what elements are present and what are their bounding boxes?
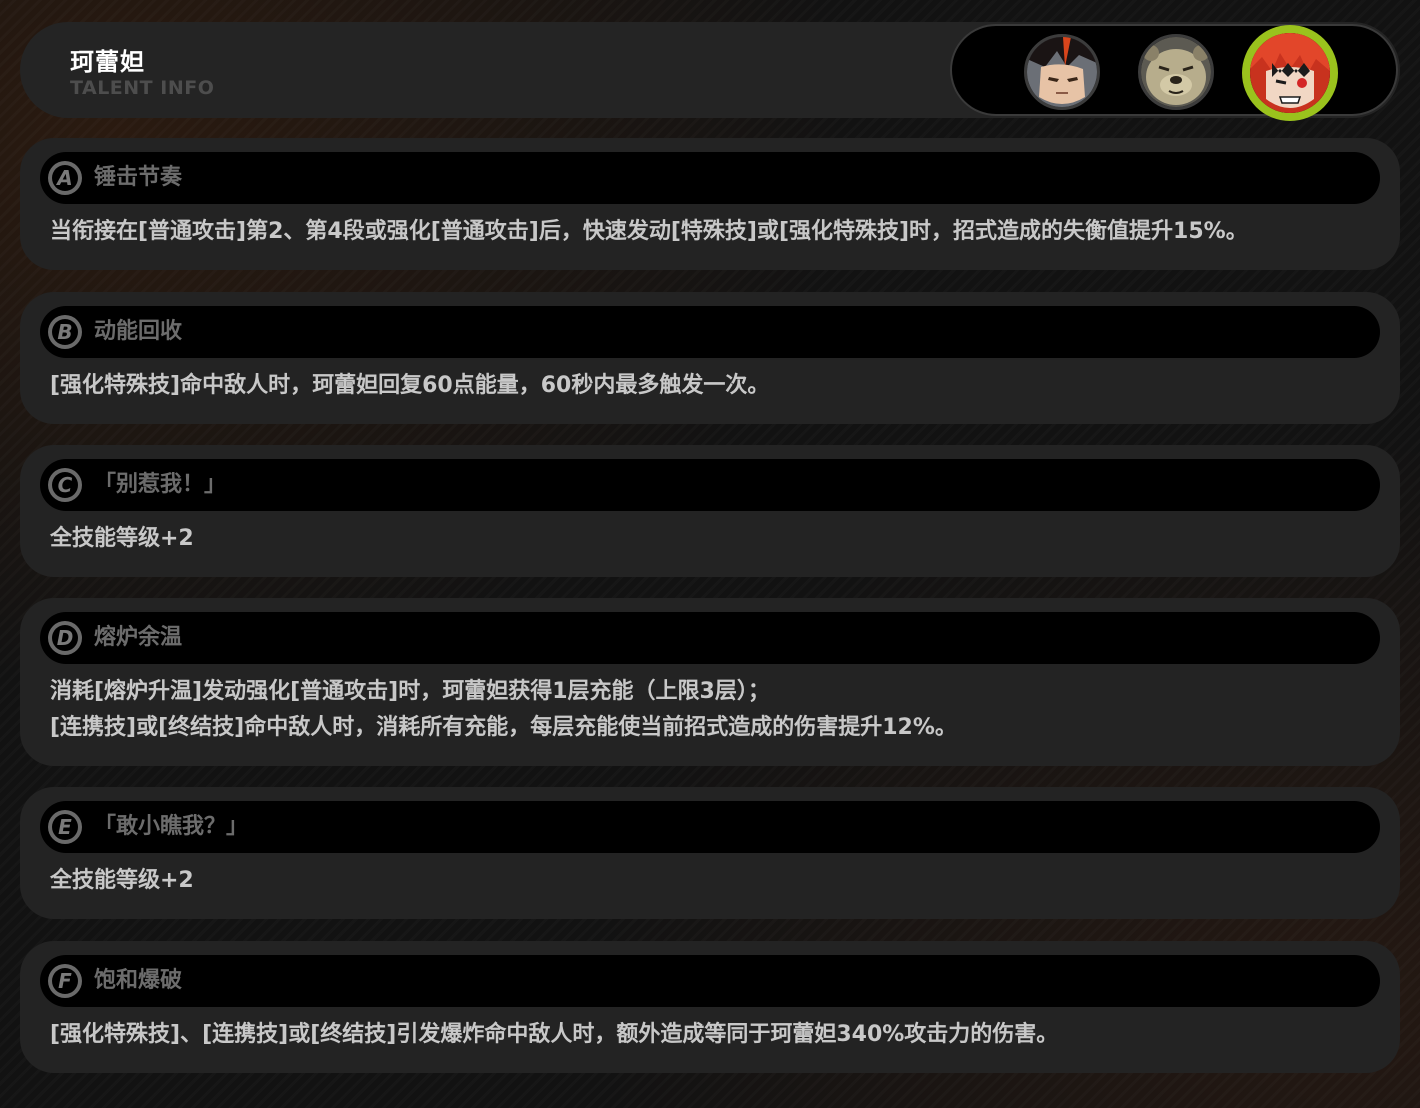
talent-description: [强化特殊技]命中敌人时，珂蕾妲回复60点能量，60秒内最多触发一次。 — [50, 373, 770, 398]
talent-description: [强化特殊技]、[连携技]或[终结技]引发爆炸命中敌人时，额外造成等同于珂蕾妲3… — [50, 1022, 1059, 1047]
talent-title: 「敢小瞧我？」 — [94, 814, 249, 839]
talent-description: 全技能等级+2 — [50, 526, 194, 551]
talent-title: 锤击节奏 — [94, 165, 183, 190]
badge-b-icon: B — [48, 315, 82, 349]
talent-title: 熔炉余温 — [94, 625, 183, 650]
badge-e-icon: E — [48, 810, 82, 844]
talent-card-f: F 饱和爆破 [强化特殊技]、[连携技]或[终结技]引发爆炸命中敌人时，额外造成… — [20, 941, 1400, 1073]
talent-title: 饱和爆破 — [94, 968, 183, 993]
talent-card-header: B 动能回收 — [40, 306, 1380, 358]
badge-a-icon: A — [48, 161, 82, 195]
talent-description: 全技能等级+2 — [50, 868, 194, 893]
page-subtitle: TALENT INFO — [70, 77, 215, 99]
character-1-avatar[interactable] — [1024, 34, 1100, 110]
talent-description: 当衔接在[普通攻击]第2、第4段或强化[普通攻击]后，快速发动[特殊技]或[强化… — [50, 219, 1248, 244]
talent-card-c: C 「别惹我！」 全技能等级+2 — [20, 445, 1400, 577]
badge-f-icon: F — [48, 964, 82, 998]
talent-card-header: F 饱和爆破 — [40, 955, 1380, 1007]
badge-d-icon: D — [48, 621, 82, 655]
character-selector — [950, 24, 1398, 121]
talent-card-header: E 「敢小瞧我？」 — [40, 801, 1380, 853]
talent-description: 消耗[熔炉升温]发动强化[普通攻击]时，珂蕾妲获得1层充能（上限3层）； [连携… — [50, 679, 957, 740]
talent-card-d: D 熔炉余温 消耗[熔炉升温]发动强化[普通攻击]时，珂蕾妲获得1层充能（上限3… — [20, 598, 1400, 766]
talent-card-header: C 「别惹我！」 — [40, 459, 1380, 511]
character-3-avatar[interactable] — [1242, 25, 1338, 121]
character-name: 珂蕾妲 — [70, 48, 145, 76]
talent-card-e: E 「敢小瞧我？」 全技能等级+2 — [20, 787, 1400, 919]
badge-c-icon: C — [48, 468, 82, 502]
talent-card-header: D 熔炉余温 — [40, 612, 1380, 664]
talent-title: 「别惹我！」 — [94, 472, 227, 497]
talent-card-header: A 锤击节奏 — [40, 152, 1380, 204]
character-2-avatar[interactable] — [1138, 34, 1214, 110]
header-panel: 珂蕾妲 TALENT INFO — [20, 22, 1400, 121]
talent-card-b: B 动能回收 [强化特殊技]命中敌人时，珂蕾妲回复60点能量，60秒内最多触发一… — [20, 292, 1400, 424]
talent-card-a: A 锤击节奏 当衔接在[普通攻击]第2、第4段或强化[普通攻击]后，快速发动[特… — [20, 138, 1400, 270]
talent-title: 动能回收 — [94, 319, 183, 344]
